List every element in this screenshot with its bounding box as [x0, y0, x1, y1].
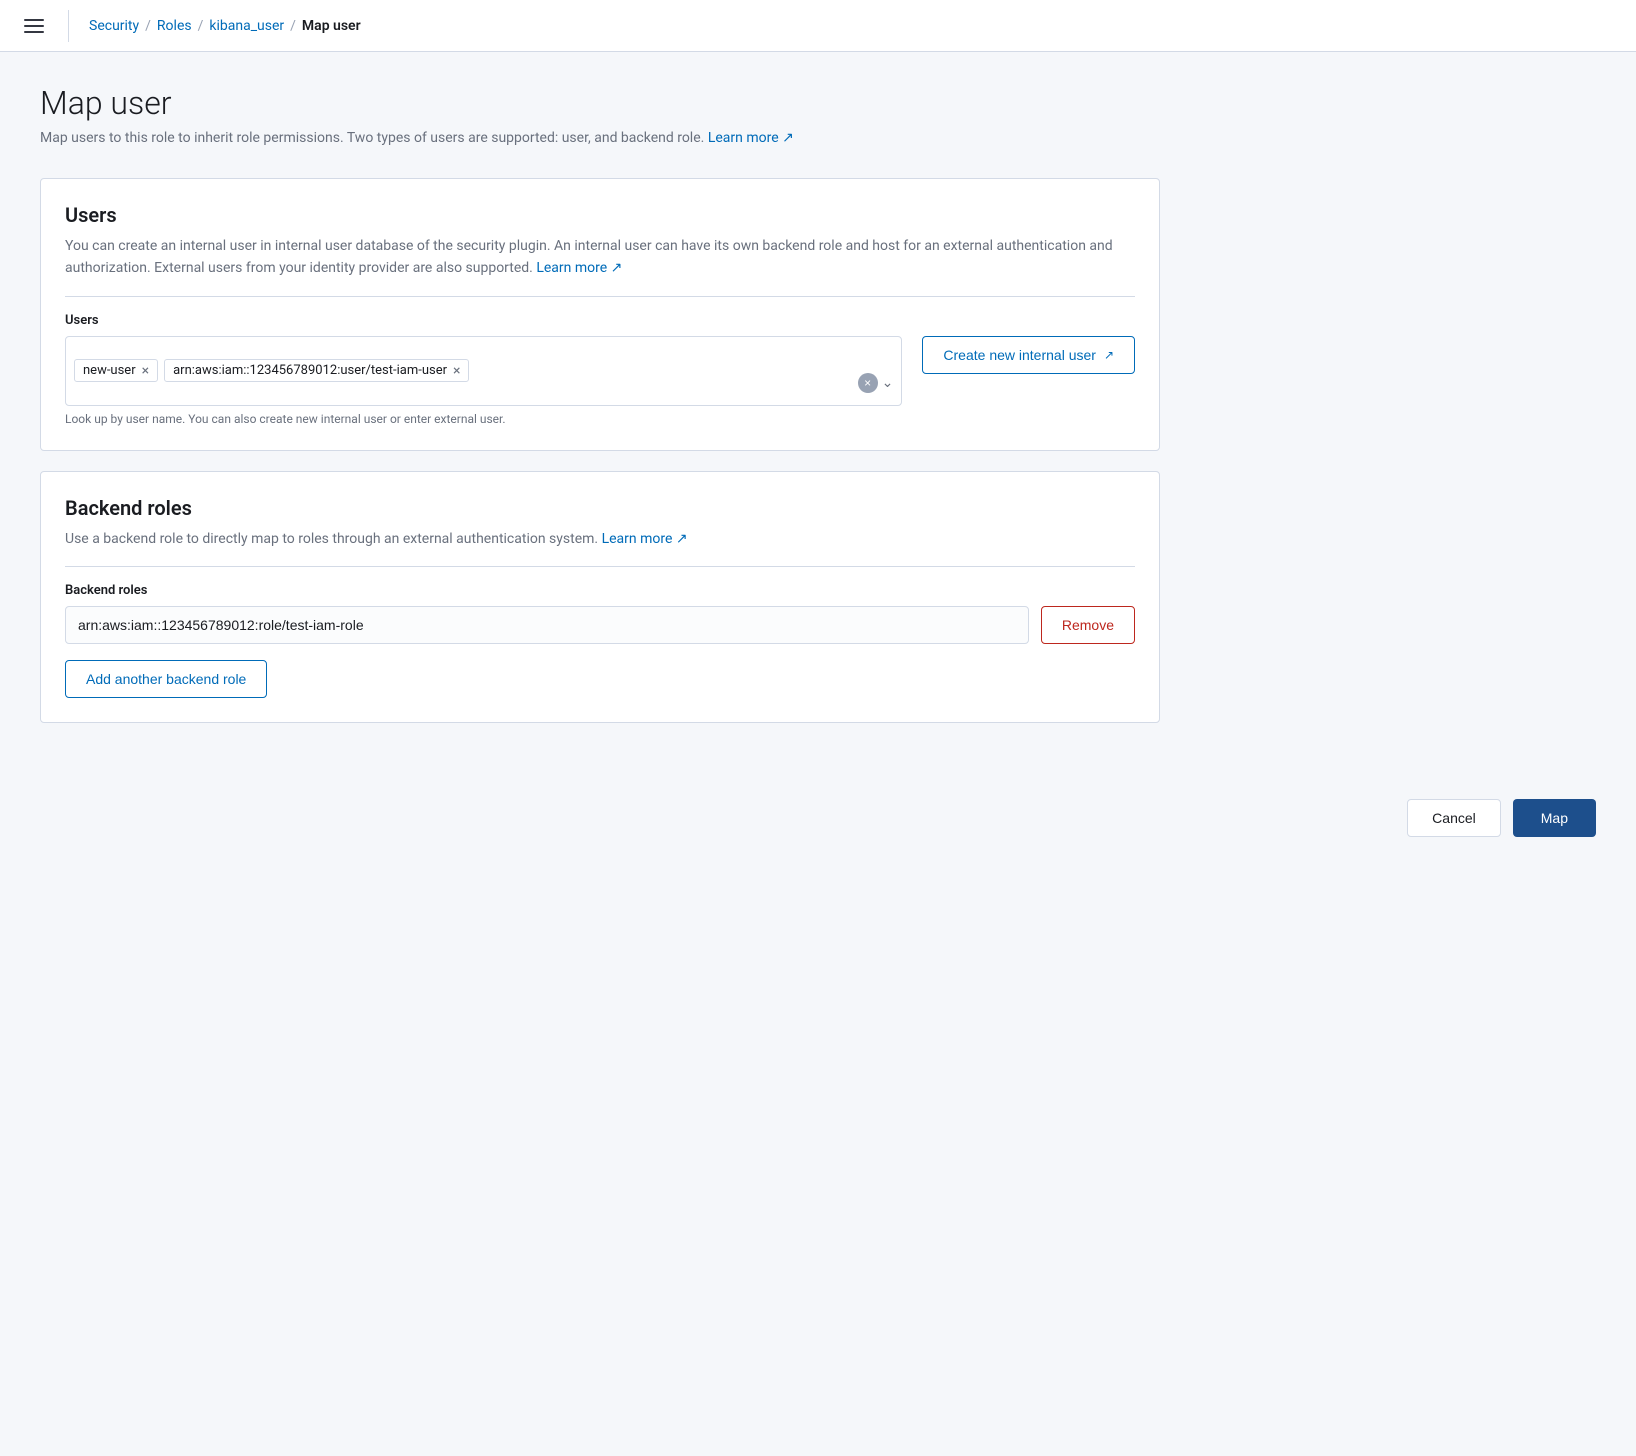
page-subtitle-link[interactable]: Learn more ↗: [708, 130, 794, 146]
breadcrumb-sep-2: /: [198, 18, 204, 34]
clear-all-button[interactable]: ×: [858, 373, 878, 393]
top-bar: Security / Roles / kibana_user / Map use…: [0, 0, 1636, 52]
backend-roles-card: Backend roles Use a backend role to dire…: [40, 471, 1160, 723]
users-input-area[interactable]: new-user × arn:aws:iam::123456789012:use…: [65, 336, 902, 406]
users-row: new-user × arn:aws:iam::123456789012:use…: [65, 336, 1135, 406]
user-tag-close-arn[interactable]: ×: [453, 364, 460, 378]
users-ext-icon: ↗: [611, 260, 623, 276]
backend-ext-icon: ↗: [676, 531, 688, 547]
page-title: Map user: [40, 84, 1160, 122]
backend-roles-card-title: Backend roles: [65, 496, 1135, 520]
page-footer: Cancel Map: [0, 775, 1636, 861]
users-card-title: Users: [65, 203, 1135, 227]
backend-roles-card-description: Use a backend role to directly map to ro…: [65, 528, 1135, 550]
page-subtitle-text: Map users to this role to inherit role p…: [40, 130, 704, 146]
remove-backend-role-button[interactable]: Remove: [1041, 606, 1135, 644]
breadcrumb-roles[interactable]: Roles: [157, 18, 192, 34]
create-internal-user-button[interactable]: Create new internal user ↗: [922, 336, 1135, 374]
user-tag-new-user: new-user ×: [74, 359, 158, 382]
users-card-divider: [65, 296, 1135, 297]
user-tag-arn-label: arn:aws:iam::123456789012:user/test-iam-…: [173, 363, 447, 378]
map-button[interactable]: Map: [1513, 799, 1596, 837]
users-field-label: Users: [65, 313, 1135, 328]
main-content: Map user Map users to this role to inher…: [0, 52, 1200, 775]
user-tag-label: new-user: [83, 363, 136, 378]
cancel-button[interactable]: Cancel: [1407, 799, 1501, 837]
hamburger-menu[interactable]: [20, 15, 48, 37]
user-tag-arn: arn:aws:iam::123456789012:user/test-iam-…: [164, 359, 469, 382]
page-subtitle: Map users to this role to inherit role p…: [40, 130, 1160, 146]
users-learn-more-link[interactable]: Learn more ↗: [536, 260, 622, 276]
users-card: Users You can create an internal user in…: [40, 178, 1160, 451]
create-user-ext-icon: ↗: [1104, 348, 1114, 362]
backend-roles-divider: [65, 566, 1135, 567]
users-input-hint: Look up by user name. You can also creat…: [65, 412, 1135, 426]
backend-role-row: Remove: [65, 606, 1135, 644]
user-tag-close-new-user[interactable]: ×: [142, 364, 149, 378]
breadcrumb-security[interactable]: Security: [89, 18, 139, 34]
breadcrumb-map-user: Map user: [302, 18, 361, 34]
create-user-btn-label: Create new internal user: [943, 347, 1096, 363]
dropdown-arrow-icon[interactable]: ⌄: [882, 375, 894, 391]
breadcrumb-kibana-user[interactable]: kibana_user: [209, 18, 284, 34]
breadcrumb-sep-1: /: [145, 18, 151, 34]
backend-role-input[interactable]: [65, 606, 1029, 644]
add-another-backend-role-button[interactable]: Add another backend role: [65, 660, 267, 698]
backend-roles-field-label: Backend roles: [65, 583, 1135, 598]
breadcrumb-sep-3: /: [290, 18, 296, 34]
users-card-description: You can create an internal user in inter…: [65, 235, 1135, 280]
breadcrumb: Security / Roles / kibana_user / Map use…: [89, 18, 361, 34]
backend-roles-learn-more-link[interactable]: Learn more ↗: [602, 531, 688, 547]
input-controls: × ⌄: [858, 373, 894, 397]
external-link-icon: ↗: [782, 130, 794, 146]
